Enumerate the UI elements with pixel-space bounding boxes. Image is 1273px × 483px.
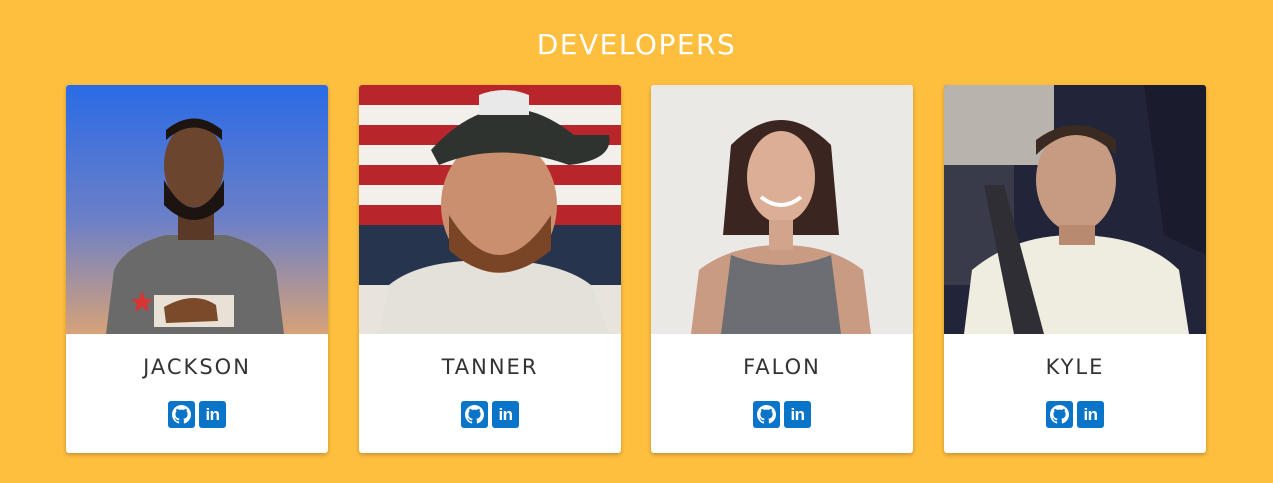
linkedin-icon[interactable]: in: [784, 401, 811, 428]
developer-name: TANNER: [441, 355, 539, 379]
developer-card-jackson: JACKSON in: [66, 85, 328, 453]
linkedin-icon[interactable]: in: [199, 401, 226, 428]
linkedin-label: in: [205, 404, 220, 424]
developer-photo-falon: [651, 85, 913, 334]
social-links: in: [651, 401, 913, 428]
linkedin-icon[interactable]: in: [1077, 401, 1104, 428]
social-links: in: [66, 401, 328, 428]
developer-photo-kyle: [944, 85, 1206, 334]
github-icon[interactable]: [168, 401, 195, 428]
developer-photo-tanner: [359, 85, 621, 334]
developers-page: DEVELOPERS JACKSON in TANNER in FALON in…: [0, 0, 1273, 483]
developer-card-kyle: KYLE in: [944, 85, 1206, 453]
social-links: in: [944, 401, 1206, 428]
linkedin-label: in: [498, 404, 513, 424]
developer-name: FALON: [743, 355, 821, 379]
page-title: DEVELOPERS: [536, 28, 737, 61]
github-icon[interactable]: [753, 401, 780, 428]
developer-card-tanner: TANNER in: [359, 85, 621, 453]
social-links: in: [359, 401, 621, 428]
github-icon[interactable]: [461, 401, 488, 428]
developer-name: KYLE: [1045, 355, 1105, 379]
github-icon[interactable]: [1046, 401, 1073, 428]
developer-card-falon: FALON in: [651, 85, 913, 453]
linkedin-label: in: [1083, 404, 1098, 424]
linkedin-label: in: [790, 404, 805, 424]
developer-photo-jackson: [66, 85, 328, 334]
linkedin-icon[interactable]: in: [492, 401, 519, 428]
developer-name: JACKSON: [143, 355, 251, 379]
